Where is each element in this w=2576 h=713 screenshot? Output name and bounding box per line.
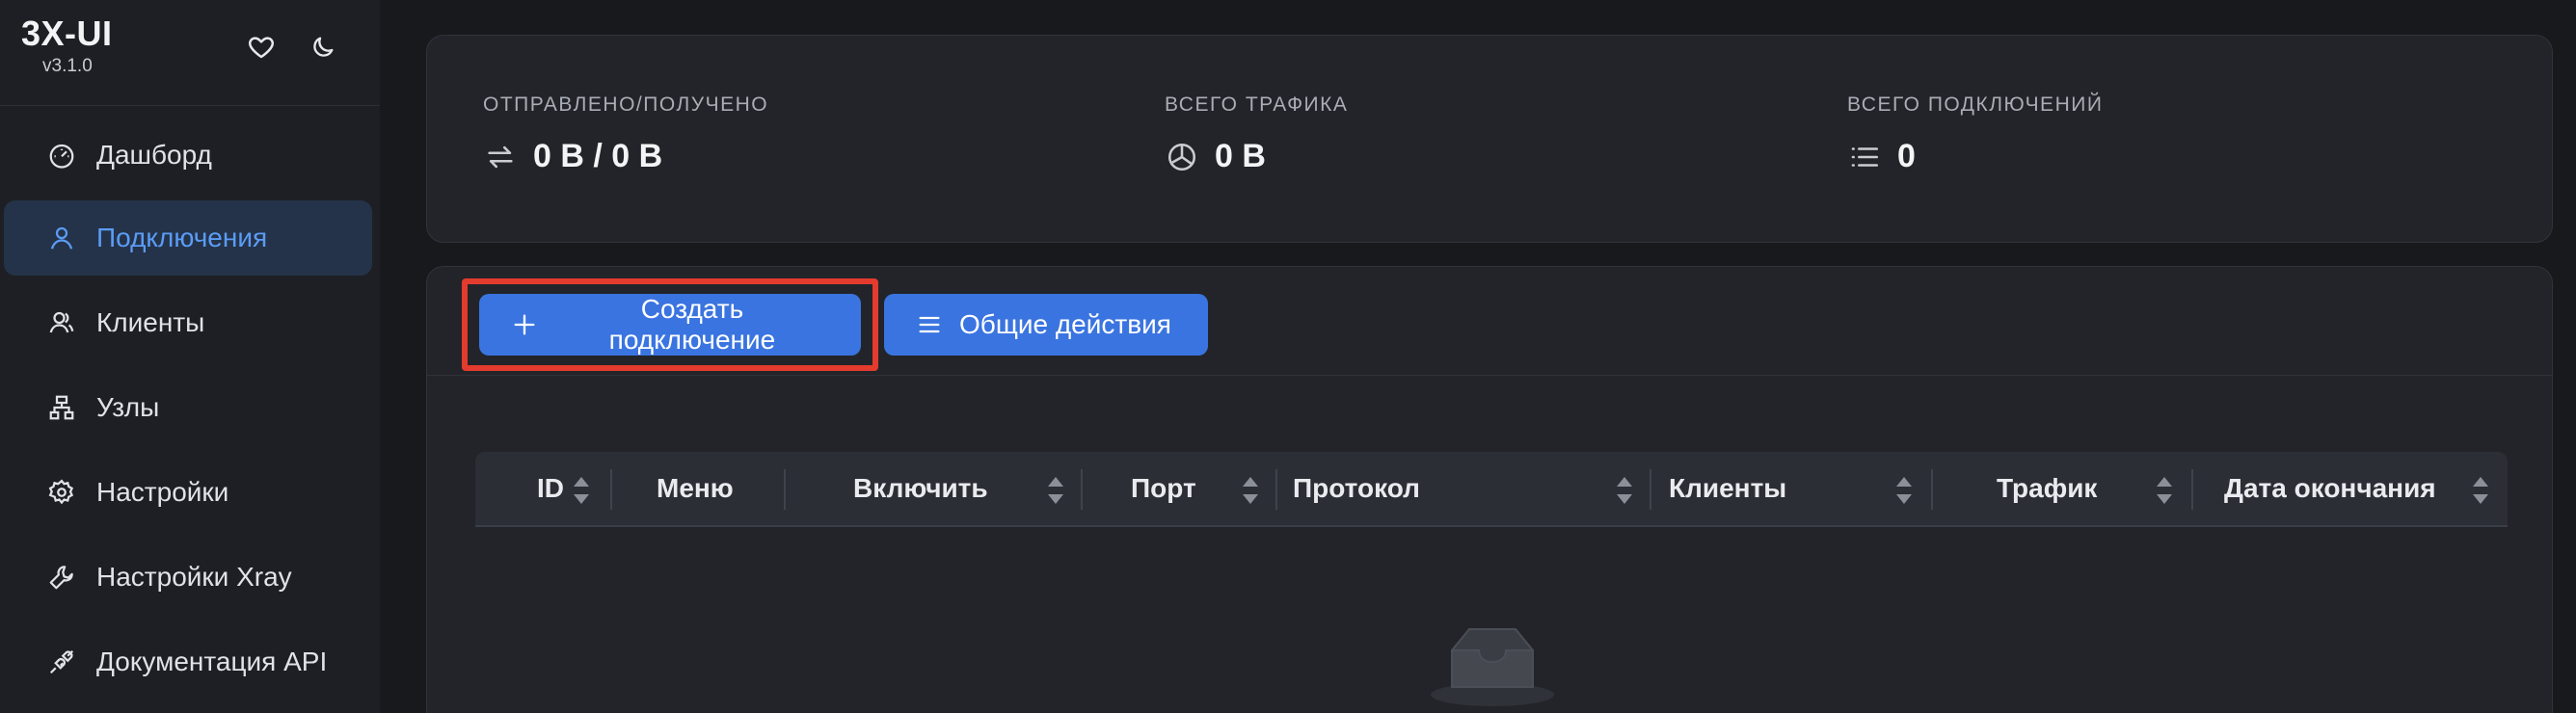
column-header-traffic[interactable]: Трафик [1997, 452, 2097, 525]
sidebar-item-settings[interactable]: Настройки [4, 455, 372, 530]
sidebar-item-label: Узлы [96, 392, 160, 422]
sidebar-item-label: Документация API [96, 647, 328, 676]
toolbar-divider [427, 375, 2552, 376]
sort-icon[interactable] [574, 477, 589, 504]
sidebar-item-clients[interactable]: Клиенты [4, 285, 372, 360]
sidebar-item-label: Настройки [96, 477, 229, 507]
sort-icon[interactable] [1048, 477, 1063, 504]
sidebar-item-inbounds[interactable]: Подключения [4, 200, 372, 276]
stat-value-row: 0 [1847, 138, 2103, 175]
sort-icon[interactable] [1617, 477, 1632, 504]
plus-icon [510, 310, 539, 339]
column-divider [2191, 469, 2193, 510]
sidebar-item-dashboard[interactable]: Дашборд [4, 118, 372, 193]
stat-total-traffic: ВСЕГО ТРАФИКА 0 B [1165, 93, 1348, 175]
sidebar-item-label: Настройки Xray [96, 562, 292, 592]
sidebar-item-label: Клиенты [96, 307, 205, 337]
sort-icon[interactable] [1896, 477, 1912, 504]
stat-label: ОТПРАВЛЕНО/ПОЛУЧЕНО [483, 93, 769, 116]
stats-card: ОТПРАВЛЕНО/ПОЛУЧЕНО 0 B / 0 B ВСЕГО ТРАФ… [426, 35, 2553, 243]
column-header-port[interactable]: Порт [1131, 452, 1196, 525]
sort-icon[interactable] [2473, 477, 2488, 504]
sidebar-item-xray-settings[interactable]: Настройки Xray [4, 540, 372, 615]
stat-value: 0 B [1215, 138, 1266, 174]
gear-icon [46, 477, 77, 508]
column-header-id[interactable]: ID [537, 452, 564, 525]
users-icon [46, 307, 77, 338]
brand-header: 3X-UI v3.1.0 [0, 0, 380, 106]
heart-icon[interactable] [243, 29, 280, 66]
stat-sent-received: ОТПРАВЛЕНО/ПОЛУЧЕНО 0 B / 0 B [483, 93, 768, 175]
sort-icon[interactable] [2157, 477, 2172, 504]
column-divider [610, 469, 612, 510]
general-actions-label: Общие действия [959, 309, 1171, 339]
stat-value-row: 0 B / 0 B [483, 138, 768, 175]
create-inbound-label: Создать подключение [608, 294, 776, 355]
column-header-enable[interactable]: Включить [853, 452, 988, 525]
stat-value: 0 B / 0 B [533, 138, 663, 174]
sidebar-item-label: Дашборд [96, 140, 212, 170]
sidebar-item-nodes[interactable]: Узлы [4, 370, 372, 445]
general-actions-button[interactable]: Общие действия [884, 294, 1208, 356]
stat-total-connections: ВСЕГО ПОДКЛЮЧЕНИЙ 0 [1847, 93, 2103, 175]
menu-icon [915, 310, 944, 339]
dashboard-icon [46, 140, 77, 171]
create-inbound-button[interactable]: Создать подключение [479, 294, 861, 356]
column-divider [784, 469, 786, 510]
moon-icon[interactable] [305, 29, 341, 66]
stat-value-row: 0 B [1165, 138, 1348, 175]
column-header-clients[interactable]: Клиенты [1669, 452, 1786, 525]
sidebar-item-label: Подключения [96, 223, 268, 252]
sort-icon[interactable] [1243, 477, 1258, 504]
wrench-icon [46, 562, 77, 593]
column-header-protocol[interactable]: Протокол [1293, 452, 1420, 525]
stat-label: ВСЕГО ТРАФИКА [1165, 93, 1349, 116]
pie-chart-icon [1165, 140, 1199, 174]
column-divider [1081, 469, 1083, 510]
column-divider [1650, 469, 1651, 510]
column-header-expiry-date[interactable]: Дата окончания [2224, 452, 2436, 525]
empty-inbox-icon [1425, 602, 1560, 713]
column-header-menu[interactable]: Меню [657, 452, 734, 525]
app-version: v3.1.0 [42, 56, 93, 76]
stat-value: 0 [1897, 138, 1916, 174]
stat-label: ВСЕГО ПОДКЛЮЧЕНИЙ [1847, 93, 2104, 116]
inbounds-table-card: Создать подключение Общие действия ID Ме… [426, 266, 2553, 713]
sidebar-item-api-docs[interactable]: Документация API [4, 624, 372, 700]
api-icon [46, 647, 77, 677]
cluster-icon [46, 392, 77, 423]
column-divider [1275, 469, 1277, 510]
column-divider [1931, 469, 1933, 510]
sidebar: 3X-UI v3.1.0 Дашборд Подключения Клиенты [0, 0, 380, 713]
list-icon [1847, 140, 1882, 174]
user-icon [46, 223, 77, 253]
table-header: ID Меню Включить Порт Протокол Клиенты Т… [475, 452, 2508, 527]
app-logo-title: 3X-UI [21, 13, 113, 53]
swap-icon [483, 140, 518, 174]
